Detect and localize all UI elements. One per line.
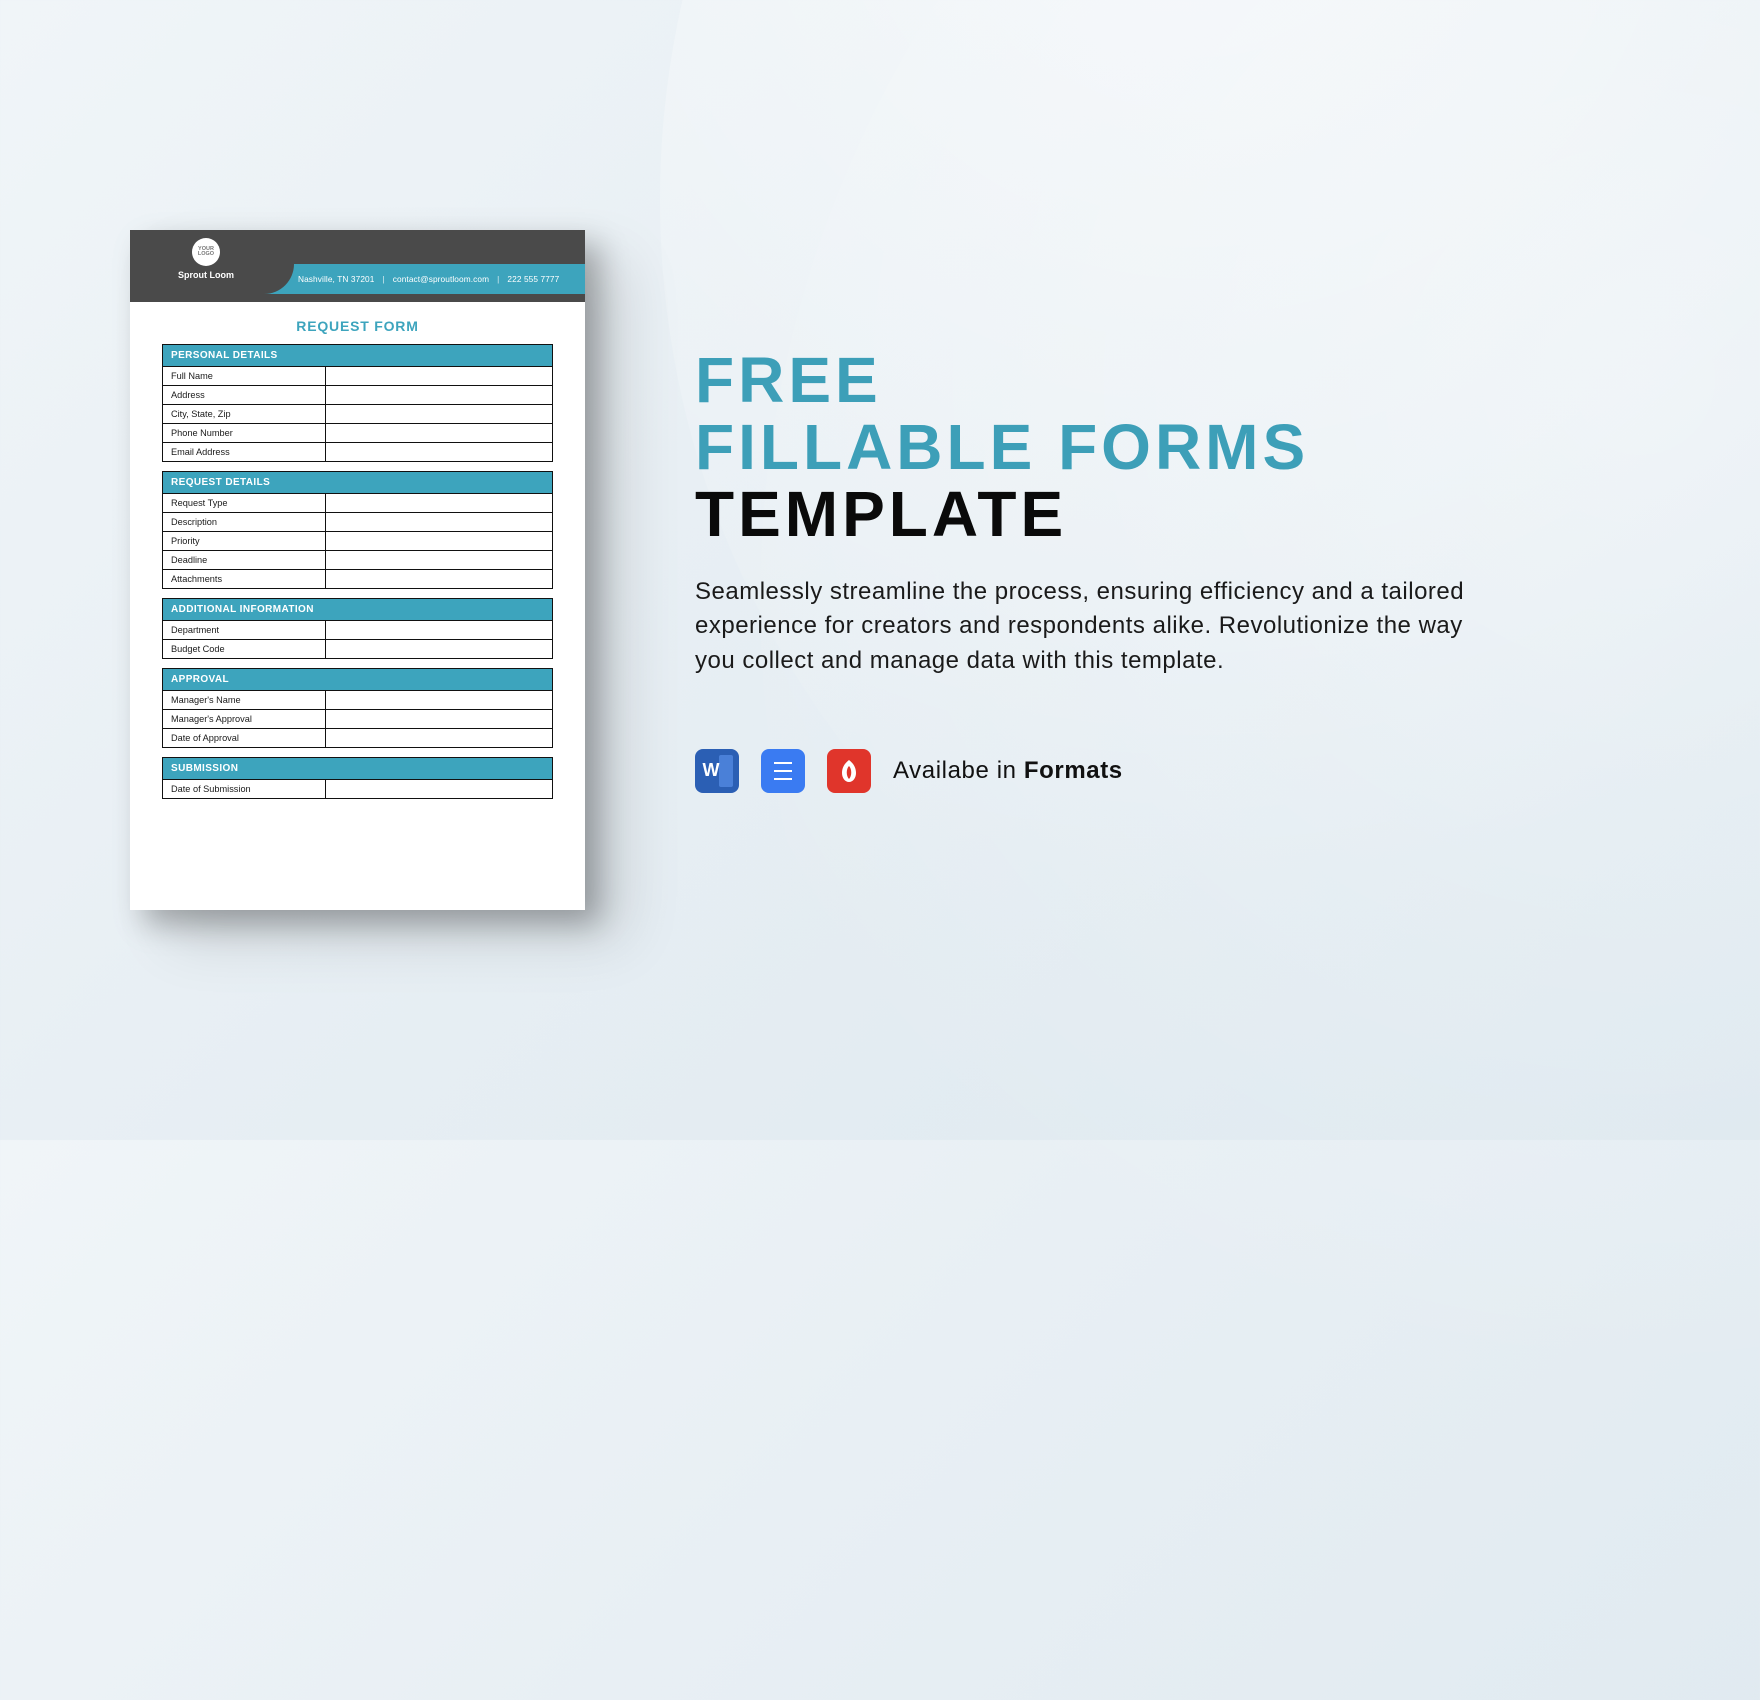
section-submission: SUBMISSION Date of Submission <box>162 757 553 799</box>
field-value <box>326 405 552 423</box>
field-value <box>326 367 552 385</box>
content-stage: Nashville, TN 37201 | contact@sproutloom… <box>0 0 1760 1140</box>
section-header: ADDITIONAL INFORMATION <box>163 599 552 620</box>
field-value <box>326 691 552 709</box>
company-name: Sprout Loom <box>178 270 234 280</box>
field-value <box>326 640 552 658</box>
field-value <box>326 551 552 569</box>
field-label: City, State, Zip <box>163 405 326 423</box>
field-value <box>326 621 552 639</box>
field-label: Phone Number <box>163 424 326 442</box>
field-value <box>326 424 552 442</box>
section-header: REQUEST DETAILS <box>163 472 552 493</box>
section-additional-info: ADDITIONAL INFORMATION Department Budget… <box>162 598 553 659</box>
section-header: SUBMISSION <box>163 758 552 779</box>
contact-email: contact@sproutloom.com <box>393 274 489 284</box>
table-row: Manager's Name <box>163 690 552 709</box>
formats-label-prefix: Availabe in <box>893 757 1024 784</box>
field-label: Attachments <box>163 570 326 588</box>
field-label: Address <box>163 386 326 404</box>
formats-label: Availabe in Formats <box>893 757 1123 785</box>
field-label: Date of Approval <box>163 729 326 747</box>
table-row: Attachments <box>163 569 552 588</box>
form-title: REQUEST FORM <box>162 318 553 334</box>
headline-line-3: TEMPLATE <box>695 481 1565 548</box>
template-preview-card: Nashville, TN 37201 | contact@sproutloom… <box>130 230 585 910</box>
pdf-glyph-icon <box>837 758 861 784</box>
section-header: PERSONAL DETAILS <box>163 345 552 366</box>
section-header: APPROVAL <box>163 669 552 690</box>
field-value <box>326 729 552 747</box>
field-label: Full Name <box>163 367 326 385</box>
field-label: Description <box>163 513 326 531</box>
table-row: Request Type <box>163 493 552 512</box>
field-label: Priority <box>163 532 326 550</box>
table-row: Email Address <box>163 442 552 461</box>
field-label: Budget Code <box>163 640 326 658</box>
table-row: Full Name <box>163 366 552 385</box>
table-row: Phone Number <box>163 423 552 442</box>
table-row: Budget Code <box>163 639 552 658</box>
field-label: Email Address <box>163 443 326 461</box>
section-personal-details: PERSONAL DETAILS Full Name Address City,… <box>162 344 553 462</box>
field-value <box>326 386 552 404</box>
section-approval: APPROVAL Manager's Name Manager's Approv… <box>162 668 553 748</box>
table-row: Priority <box>163 531 552 550</box>
promo-column: FREE FILLABLE FORMS TEMPLATE Seamlessly … <box>685 347 1565 793</box>
table-row: City, State, Zip <box>163 404 552 423</box>
headline-line-2: FILLABLE FORMS <box>695 414 1565 481</box>
field-label: Request Type <box>163 494 326 512</box>
doc-header-contact-bar: Nashville, TN 37201 | contact@sproutloom… <box>260 264 585 294</box>
table-row: Date of Approval <box>163 728 552 747</box>
table-row: Department <box>163 620 552 639</box>
pdf-icon <box>827 749 871 793</box>
formats-row: W Availabe in Formats <box>695 749 1565 793</box>
field-label: Manager's Approval <box>163 710 326 728</box>
description-text: Seamlessly streamline the process, ensur… <box>695 575 1475 679</box>
table-row: Description <box>163 512 552 531</box>
table-row: Date of Submission <box>163 779 552 798</box>
formats-label-bold: Formats <box>1024 757 1123 784</box>
field-value <box>326 780 552 798</box>
field-label: Deadline <box>163 551 326 569</box>
field-label: Department <box>163 621 326 639</box>
google-docs-icon <box>761 749 805 793</box>
table-row: Manager's Approval <box>163 709 552 728</box>
separator: | <box>382 274 384 284</box>
logo-block: YOUR LOGO Sprout Loom <box>178 238 234 280</box>
field-value <box>326 570 552 588</box>
section-request-details: REQUEST DETAILS Request Type Description… <box>162 471 553 589</box>
field-label: Manager's Name <box>163 691 326 709</box>
logo-placeholder: YOUR LOGO <box>192 238 220 266</box>
field-value <box>326 513 552 531</box>
field-label: Date of Submission <box>163 780 326 798</box>
word-icon: W <box>695 749 739 793</box>
separator: | <box>497 274 499 284</box>
field-value <box>326 494 552 512</box>
table-row: Deadline <box>163 550 552 569</box>
contact-address: Nashville, TN 37201 <box>298 274 374 284</box>
field-value <box>326 532 552 550</box>
field-value <box>326 443 552 461</box>
headline-line-1: FREE <box>695 347 1565 414</box>
field-value <box>326 710 552 728</box>
table-row: Address <box>163 385 552 404</box>
doc-body: REQUEST FORM PERSONAL DETAILS Full Name … <box>162 316 553 892</box>
contact-phone: 222 555 7777 <box>507 274 559 284</box>
